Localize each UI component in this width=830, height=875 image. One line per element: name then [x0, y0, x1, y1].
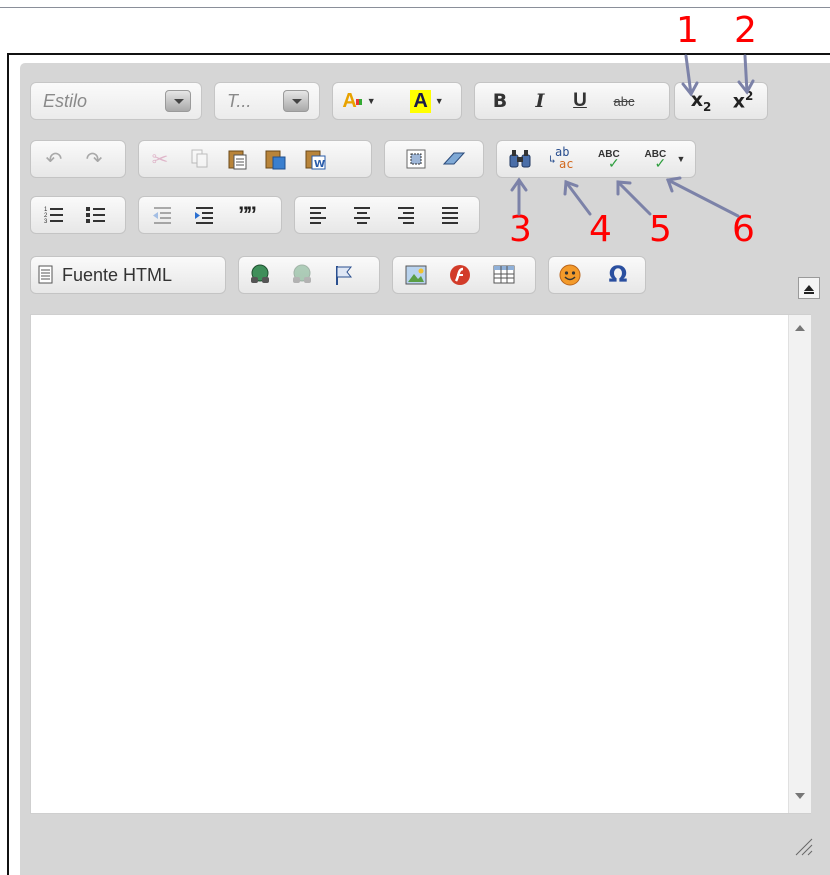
arrow-6 — [666, 178, 740, 218]
annotation-arrows — [510, 54, 755, 218]
arrow-5 — [616, 180, 652, 216]
arrow-2 — [743, 54, 749, 94]
